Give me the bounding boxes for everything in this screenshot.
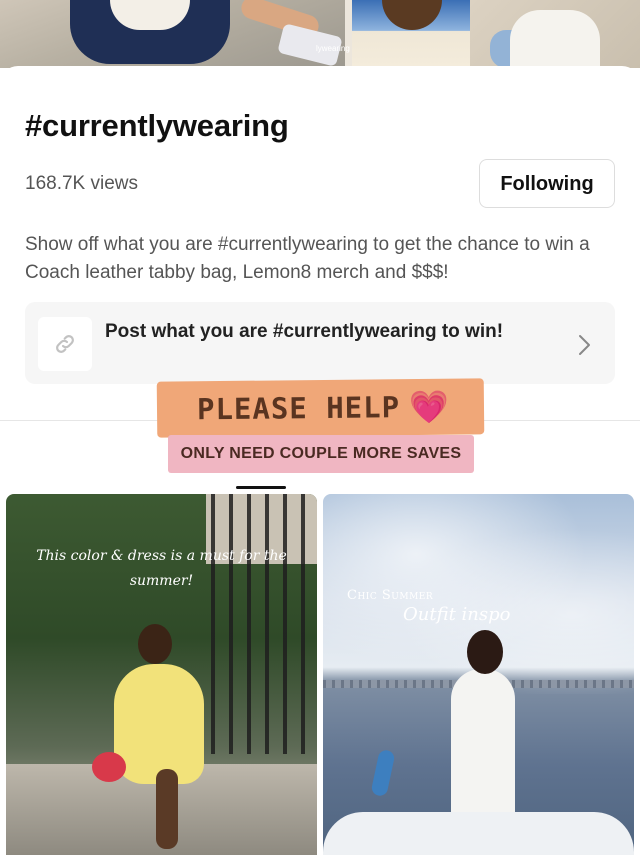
hashtag-description: Show off what you are #currentlywearing … <box>25 234 590 283</box>
cover-image-3 <box>470 0 640 68</box>
tab-indicator <box>236 486 286 489</box>
hashtag-cover-banner: lywearing <box>0 0 640 68</box>
hashtag-title: #currentlywearing <box>25 108 289 143</box>
card-1-caption: This color & dress is a must for the sum… <box>36 548 287 589</box>
challenge-banner[interactable]: Post what you are #currentlywearing to w… <box>25 302 615 384</box>
cover-image-2 <box>352 0 470 68</box>
card-2-caption-top: Chic Summer <box>347 588 434 603</box>
link-icon <box>56 335 74 353</box>
cover-image-1: lywearing <box>0 0 350 68</box>
card-2-model-head <box>467 630 503 674</box>
card-1-iron-fence <box>211 494 317 754</box>
cover-watermark: lywearing <box>316 44 350 53</box>
heart-icon: 💗 <box>408 388 450 426</box>
saves-sticker-text: ONLY NEED COUPLE MORE SAVES <box>180 445 462 462</box>
card-1-model-head <box>138 624 172 664</box>
card-2-buoy <box>370 748 396 798</box>
saves-sticker: ONLY NEED COUPLE MORE SAVES <box>168 435 474 473</box>
card-1-model-leg <box>156 769 178 849</box>
please-help-text: PLEASE HELP <box>196 390 401 427</box>
chevron-right-icon <box>579 335 590 355</box>
card-2-boat-deck <box>323 812 634 855</box>
cover-image-2-hair <box>382 0 442 30</box>
following-button[interactable]: Following <box>479 159 615 208</box>
card-1-yellow-dress <box>114 664 204 784</box>
link-icon-box <box>38 317 92 371</box>
please-help-sticker: PLEASE HELP 💗 <box>156 378 485 438</box>
cover-image-3-person <box>510 10 600 68</box>
view-count: 168.7K views <box>25 173 139 194</box>
feed-card-1[interactable]: This color & dress is a must for the sum… <box>6 494 317 855</box>
challenge-text: Post what you are #currentlywearing to w… <box>105 321 504 342</box>
card-2-caption-bottom: Outfit inspo <box>403 604 511 625</box>
card-1-red-bag <box>92 752 126 782</box>
feed-card-2[interactable]: Chic Summer Outfit inspo <box>323 494 634 855</box>
